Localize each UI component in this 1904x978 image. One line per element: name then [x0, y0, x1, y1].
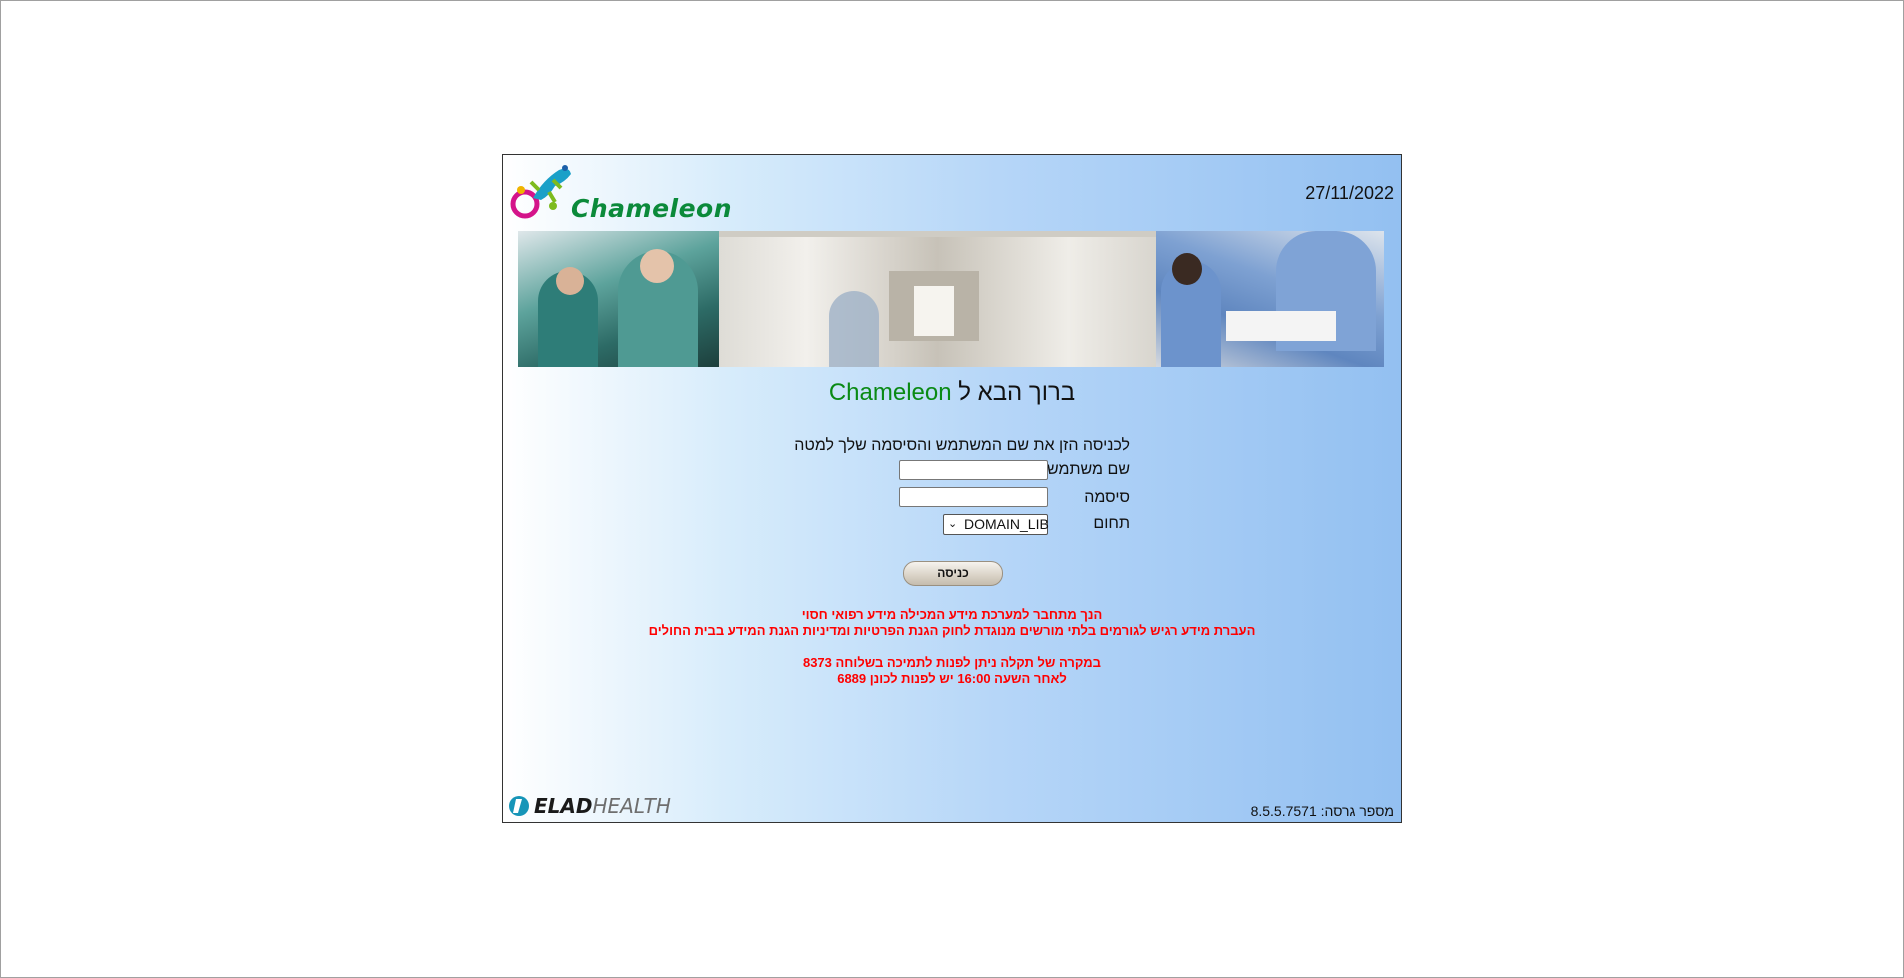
support-info-line1: במקרה של תקלה ניתן לפנות לתמיכה בשלוחה 8… [802, 655, 1102, 670]
login-button[interactable]: כניסה [903, 561, 1003, 586]
domain-label: תחום [1093, 515, 1130, 532]
username-input[interactable] [899, 460, 1048, 480]
welcome-heading: ברוך הבא ל Chameleon [503, 379, 1401, 407]
login-panel: Chameleon 27/11/2022 ברוך הבא ל Chameleo… [502, 154, 1402, 823]
domain-select[interactable]: ⌄ DOMAIN_LIB [943, 514, 1049, 535]
version-number: מספר גרסה: 8.5.5.7571 [1250, 803, 1394, 819]
surgery-photo [518, 231, 719, 367]
support-info-line2: לאחר השעה 16:00 יש לפנות לכונן 6889 [837, 671, 1067, 686]
chameleon-logo: Chameleon [509, 160, 733, 223]
username-label: שם משתמש [1046, 461, 1130, 478]
footer-logo-sub: HEALTH [592, 794, 671, 818]
privacy-warning-line1: הנך מתחבר למערכת מידע המכילה מידע רפואי … [801, 607, 1103, 622]
footer-logo-main: ELAD [534, 794, 593, 818]
banner-photos [518, 231, 1384, 367]
chevron-down-icon: ⌄ [948, 518, 958, 530]
elad-health-logo-icon [509, 796, 529, 816]
welcome-brand: Chameleon [828, 379, 952, 406]
current-date: 27/11/2022 [1305, 183, 1394, 203]
gurney-photo [1156, 231, 1384, 367]
password-input[interactable] [899, 487, 1048, 507]
privacy-warning-line2: העברת מידע רגיש לגורמים בלתי מורשים מנוג… [648, 623, 1256, 638]
domain-select-value: DOMAIN_LIB [964, 516, 1049, 532]
welcome-prefix: ברוך הבא ל [951, 379, 1076, 406]
hallway-photo [719, 231, 1156, 367]
chameleon-logo-icon [510, 165, 571, 219]
logo-text: Chameleon [571, 194, 733, 223]
password-label: סיסמה [1084, 489, 1130, 506]
login-instructions: לכניסה הזן את שם המשתמש והסיסמה שלך למטה [794, 437, 1130, 454]
elad-health-logo: ELADHEALTH [508, 794, 671, 818]
